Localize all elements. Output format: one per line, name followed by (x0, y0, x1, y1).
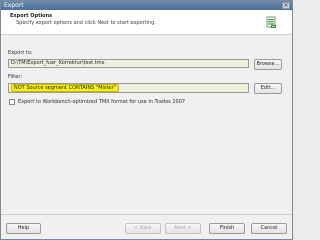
export-dialog: Export × Export Options Specify export o… (0, 0, 293, 240)
export-path-field[interactable]: D:\TM\Export_fuer_Korrektur\test.tmx (8, 59, 249, 68)
edit-filter-button[interactable]: Edit... (254, 83, 282, 94)
finish-button[interactable]: Finish (209, 223, 245, 234)
export-spreadsheet-icon (266, 16, 276, 28)
page-title: Export Options (10, 13, 53, 19)
filter-field[interactable]: NOT Source segment CONTAINS "Mister" (8, 83, 249, 93)
export-to-label: Export to: (8, 50, 33, 56)
window-title: Export (4, 2, 24, 9)
help-button[interactable]: Help (6, 223, 41, 234)
close-icon: × (283, 2, 289, 9)
back-button[interactable]: < Back (125, 223, 161, 234)
browse-button[interactable]: Browse... (254, 59, 282, 70)
title-bar: Export × (1, 1, 292, 10)
workbench-tmx-checkbox[interactable] (9, 99, 15, 105)
next-button[interactable]: Next > (165, 223, 201, 234)
close-button[interactable]: × (282, 2, 290, 9)
filter-label: Filter: (8, 74, 22, 80)
cancel-button[interactable]: Cancel (251, 223, 287, 234)
wizard-header: Export Options Specify export options an… (1, 10, 292, 35)
filter-expression: NOT Source segment CONTAINS "Mister" (11, 84, 119, 92)
workbench-tmx-label[interactable]: Export to Workbench-optimized TMX format… (18, 99, 185, 105)
footer-divider (1, 214, 292, 215)
page-subtitle: Specify export options and click Next to… (16, 20, 156, 26)
